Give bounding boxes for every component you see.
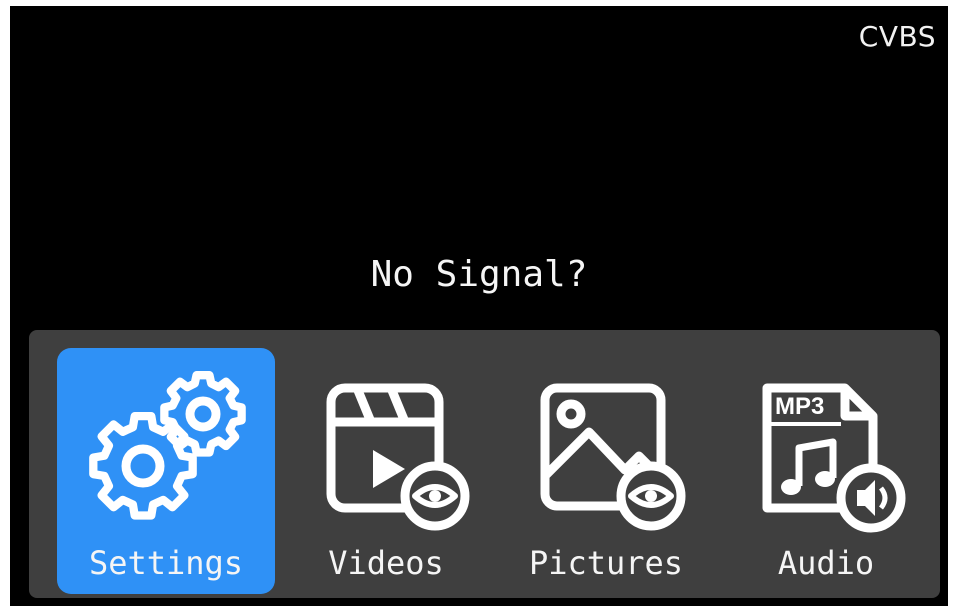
menu-item-pictures[interactable]: Pictures xyxy=(497,348,715,594)
mp3-file-badge: MP3 xyxy=(775,393,824,420)
picture-eye-icon xyxy=(497,358,715,538)
menu-item-settings-label: Settings xyxy=(88,544,244,582)
main-menu-bar: Settings Videos Pictures MP3 Audio xyxy=(29,330,940,598)
menu-item-pictures-label: Pictures xyxy=(528,544,684,582)
menu-item-videos[interactable]: Videos xyxy=(277,348,495,594)
mp3-audio-icon: MP3 xyxy=(717,358,935,538)
no-signal-message: No Signal? xyxy=(370,254,588,295)
video-clapper-eye-icon xyxy=(277,358,495,538)
menu-item-videos-label: Videos xyxy=(328,544,444,582)
menu-item-settings[interactable]: Settings xyxy=(57,348,275,594)
input-source-label: CVBS xyxy=(858,20,936,53)
menu-item-audio-label: Audio xyxy=(777,544,875,582)
menu-item-audio[interactable]: MP3 Audio xyxy=(717,348,935,594)
gears-icon xyxy=(57,358,275,538)
screen: CVBS No Signal? Settings Videos Pictures… xyxy=(10,6,948,606)
